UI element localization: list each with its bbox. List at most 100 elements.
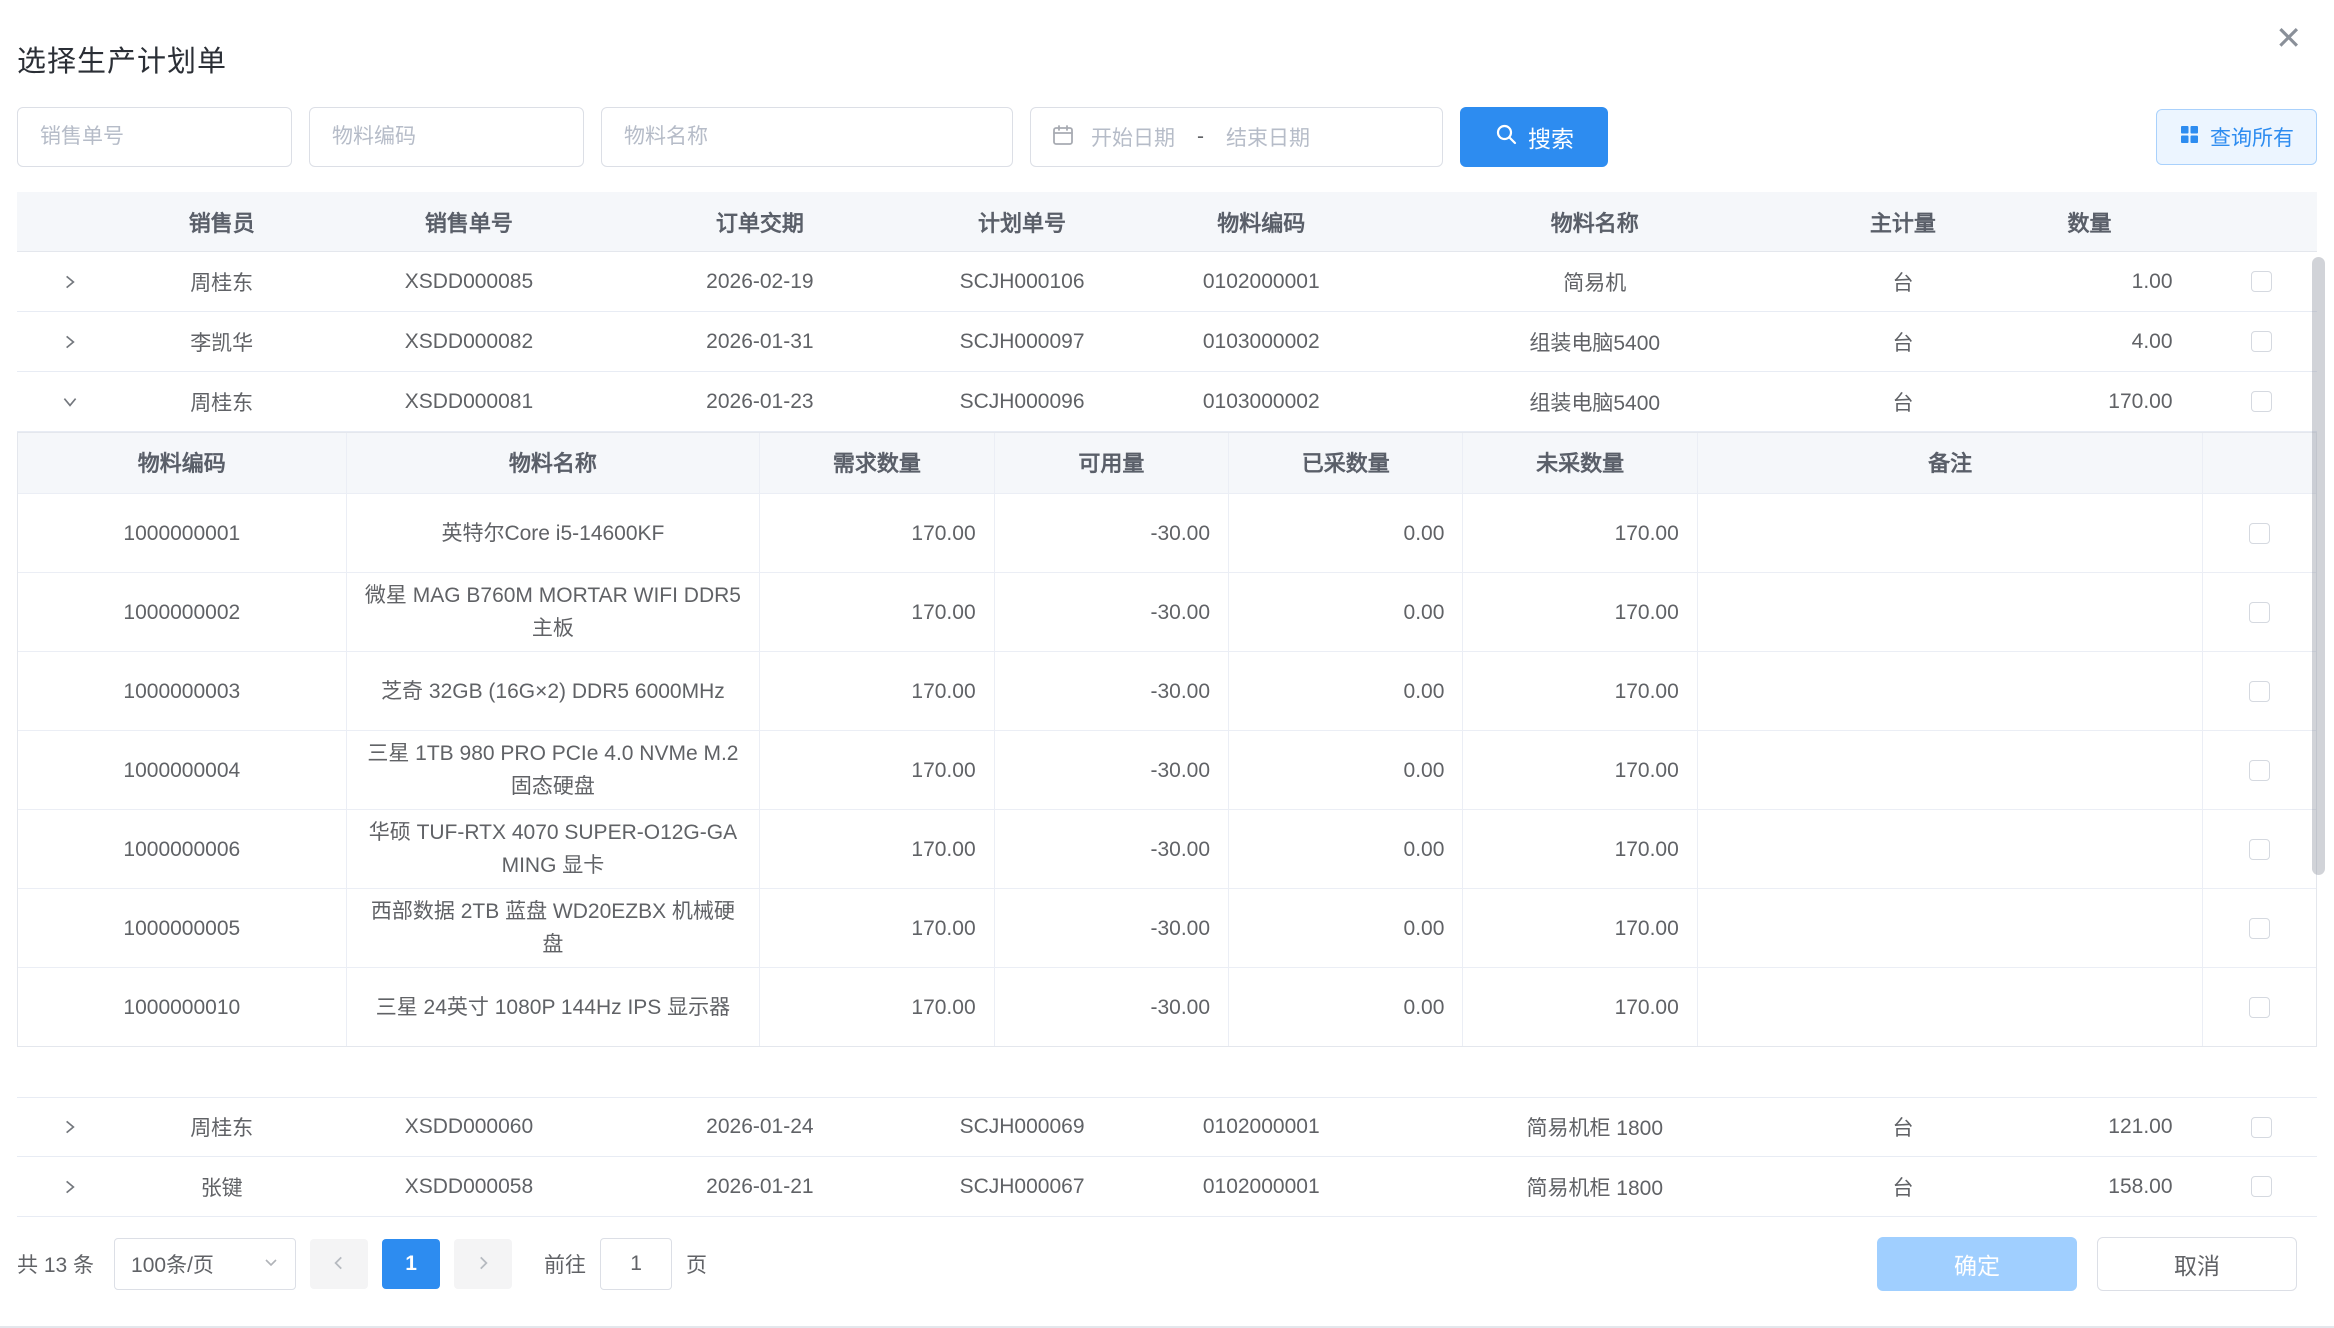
subcell-required: 170.00	[760, 573, 994, 651]
row-checkbox[interactable]	[2251, 391, 2272, 412]
row-checkbox[interactable]	[2251, 1176, 2272, 1197]
close-icon[interactable]: ✕	[2275, 22, 2302, 54]
subcell-available: -30.00	[995, 652, 1229, 730]
goto-page-input[interactable]	[600, 1238, 672, 1290]
subtable-header: 物料编码 物料名称 需求数量 可用量 已采数量 未采数量 备注	[18, 433, 2316, 493]
goto-label: 前往	[544, 1249, 586, 1279]
cell-material-name: 简易机柜 1800	[1381, 1112, 1809, 1142]
subrow-checkbox[interactable]	[2249, 681, 2270, 702]
search-button[interactable]: 搜索	[1460, 107, 1608, 167]
collapse-row-icon[interactable]	[55, 387, 85, 417]
page-size-select[interactable]: 100条/页	[114, 1238, 296, 1290]
expand-row-icon[interactable]	[55, 1112, 85, 1142]
end-date-placeholder: 结束日期	[1226, 122, 1310, 152]
subcell-code: 1000000001	[18, 494, 347, 572]
select-production-plan-dialog: 选择生产计划单 ✕ 开始日期 - 结束日期 搜索	[0, 0, 2334, 1328]
cell-unit: 台	[1809, 1172, 1998, 1202]
subcell-unpurchased: 170.00	[1463, 573, 1697, 651]
subheader-code: 物料编码	[18, 433, 347, 493]
subcell-required: 170.00	[760, 889, 994, 967]
subheader-available: 可用量	[995, 433, 1229, 493]
cell-delivery-date: 2026-02-19	[617, 270, 902, 294]
sales-order-input[interactable]	[17, 107, 292, 167]
subcell-code: 1000000002	[18, 573, 347, 651]
subcell-unpurchased: 170.00	[1463, 889, 1697, 967]
subcell-purchased: 0.00	[1229, 731, 1463, 809]
subcell-code: 1000000004	[18, 731, 347, 809]
subcell-available: -30.00	[995, 731, 1229, 809]
cell-plan-no: SCJH000069	[902, 1115, 1141, 1139]
header-unit: 主计量	[1809, 206, 1998, 238]
subcell-name: 华硕 TUF-RTX 4070 SUPER-O12G-GAMING 显卡	[347, 810, 761, 888]
subcell-available: -30.00	[995, 889, 1229, 967]
material-code-input[interactable]	[309, 107, 584, 167]
subcell-remark	[1698, 810, 2204, 888]
query-all-button[interactable]: 查询所有	[2156, 109, 2317, 165]
subcell-name: 微星 MAG B760M MORTAR WIFI DDR5 主板	[347, 573, 761, 651]
subcell-purchased: 0.00	[1229, 573, 1463, 651]
chevron-down-icon	[263, 1252, 279, 1276]
date-range-picker[interactable]: 开始日期 - 结束日期	[1030, 107, 1443, 167]
cell-plan-no: SCJH000067	[902, 1175, 1141, 1199]
cancel-button[interactable]: 取消	[2097, 1237, 2297, 1291]
calendar-icon	[1051, 123, 1075, 152]
subcell-available: -30.00	[995, 494, 1229, 572]
row-checkbox[interactable]	[2251, 331, 2272, 352]
subrow-checkbox[interactable]	[2249, 839, 2270, 860]
subrow-checkbox[interactable]	[2249, 602, 2270, 623]
subcell-name: 英特尔Core i5-14600KF	[347, 494, 761, 572]
cell-delivery-date: 2026-01-24	[617, 1115, 902, 1139]
row-checkbox[interactable]	[2251, 1117, 2272, 1138]
query-all-label: 查询所有	[2210, 122, 2294, 152]
confirm-button[interactable]: 确定	[1877, 1237, 2077, 1291]
cell-unit: 台	[1809, 327, 1998, 357]
header-salesperson: 销售员	[123, 206, 321, 238]
subcell-code: 1000000005	[18, 889, 347, 967]
cell-material-name: 组装电脑5400	[1381, 327, 1809, 357]
dialog-actions: 确定 取消	[1877, 1237, 2297, 1291]
cell-salesperson: 李凯华	[123, 327, 321, 357]
subcell-required: 170.00	[760, 968, 994, 1046]
subcell-name: 三星 1TB 980 PRO PCIe 4.0 NVMe M.2 固态硬盘	[347, 731, 761, 809]
subcell-code: 1000000010	[18, 968, 347, 1046]
chevron-left-icon	[330, 1254, 348, 1275]
subcell-name: 芝奇 32GB (16G×2) DDR5 6000MHz	[347, 652, 761, 730]
date-separator: -	[1197, 125, 1204, 149]
subcell-purchased: 0.00	[1229, 810, 1463, 888]
cell-material-code: 0103000002	[1142, 330, 1381, 354]
cell-unit: 台	[1809, 267, 1998, 297]
row-checkbox[interactable]	[2251, 271, 2272, 292]
subheader-name: 物料名称	[347, 433, 761, 493]
subcell-unpurchased: 170.00	[1463, 494, 1697, 572]
subcell-purchased: 0.00	[1229, 889, 1463, 967]
subrow-checkbox[interactable]	[2249, 760, 2270, 781]
cell-delivery-date: 2026-01-31	[617, 330, 902, 354]
material-name-input[interactable]	[601, 107, 1013, 167]
table-row: 周桂东 XSDD000085 2026-02-19 SCJH000106 010…	[17, 252, 2317, 312]
pagination: 共 13 条 100条/页 1 前往 页	[17, 1238, 707, 1290]
cell-material-code: 0102000001	[1142, 270, 1381, 294]
cell-material-code: 0103000002	[1142, 390, 1381, 414]
vertical-scrollbar[interactable]	[2312, 257, 2325, 875]
subrow-checkbox[interactable]	[2249, 918, 2270, 939]
subheader-remark: 备注	[1698, 433, 2204, 493]
header-material-code: 物料编码	[1142, 206, 1381, 238]
subtable-row: 1000000010 三星 24英寸 1080P 144Hz IPS 显示器 1…	[18, 967, 2316, 1046]
page-button-1[interactable]: 1	[382, 1239, 440, 1289]
expand-row-icon[interactable]	[55, 267, 85, 297]
subcell-name: 三星 24英寸 1080P 144Hz IPS 显示器	[347, 968, 761, 1046]
subcell-unpurchased: 170.00	[1463, 968, 1697, 1046]
expand-row-icon[interactable]	[55, 327, 85, 357]
footer-bar: 共 13 条 100条/页 1 前往 页 确	[17, 1237, 2317, 1291]
filter-bar: 开始日期 - 结束日期 搜索 查询所有	[17, 107, 2317, 167]
expand-row-icon[interactable]	[55, 1172, 85, 1202]
subrow-checkbox[interactable]	[2249, 997, 2270, 1018]
cell-plan-no: SCJH000097	[902, 330, 1141, 354]
prev-page-button[interactable]	[310, 1239, 368, 1289]
subtable-row: 1000000006 华硕 TUF-RTX 4070 SUPER-O12G-GA…	[18, 809, 2316, 888]
subcell-code: 1000000003	[18, 652, 347, 730]
header-qty: 数量	[1997, 206, 2206, 238]
header-plan-no: 计划单号	[902, 206, 1141, 238]
subrow-checkbox[interactable]	[2249, 523, 2270, 544]
next-page-button[interactable]	[454, 1239, 512, 1289]
